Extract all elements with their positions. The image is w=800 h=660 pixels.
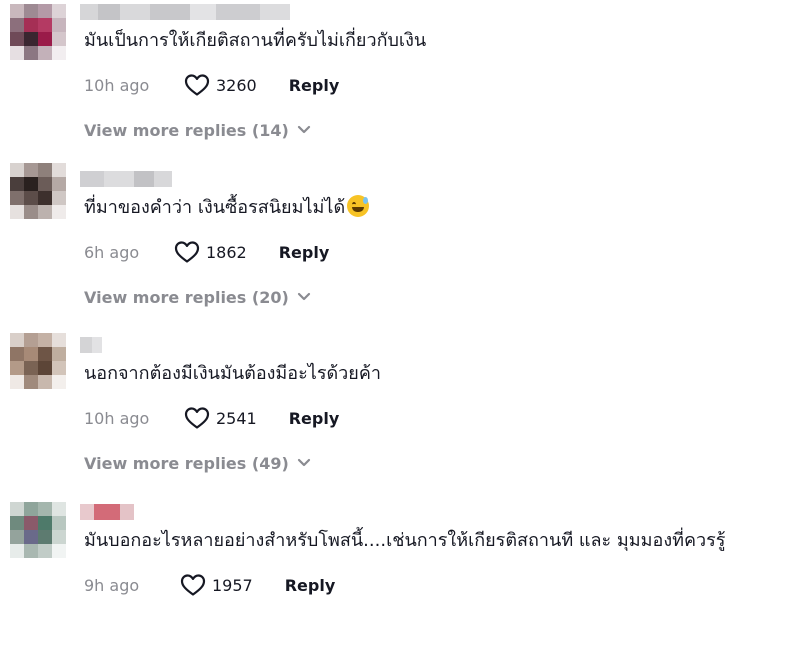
heart-outline-icon[interactable] [180,573,206,597]
chevron-down-icon [297,125,310,134]
comment-text-value: ที่มาของคำว่า เงินซื้อรสนิยมไม่ได้ [84,197,346,218]
like-button[interactable]: 1957 [180,573,285,597]
timestamp: 10h ago [84,408,150,428]
comment-meta: 10h ago 2541 Reply [84,403,339,433]
like-button[interactable]: 3260 [184,73,289,97]
view-more-label: View more replies (14) [84,120,289,140]
view-more-replies[interactable]: View more replies (49) [84,451,311,475]
sweat-smile-emoji-icon [347,195,370,217]
comment-text: มันบอกอะไรหลายอย่างสำหรับโพสนี้....เช่นก… [84,530,726,551]
reply-button[interactable]: Reply [289,409,340,428]
reply-button[interactable]: Reply [289,76,340,95]
avatar[interactable] [10,4,66,60]
timestamp: 9h ago [84,575,140,595]
like-count: 1957 [212,575,253,595]
view-more-replies[interactable]: View more replies (14) [84,118,311,142]
comment-item: มันบอกอะไรหลายอย่างสำหรับโพสนี้....เช่นก… [0,500,800,660]
avatar[interactable] [10,333,66,389]
reply-button[interactable]: Reply [285,576,336,595]
view-more-label: View more replies (49) [84,453,289,473]
timestamp: 10h ago [84,75,150,95]
username[interactable] [80,4,290,20]
like-button[interactable]: 2541 [184,406,289,430]
like-count: 3260 [216,75,257,95]
chevron-down-icon [297,458,310,467]
comment-item: มันเป็นการให้เกียติสถานที่ครับไม่เกี่ยวก… [0,0,800,160]
like-count: 1862 [206,242,247,262]
comment-meta: 6h ago 1862 Reply [84,237,329,267]
username[interactable] [80,171,172,187]
comment-meta: 10h ago 3260 Reply [84,70,339,100]
comment-text: ที่มาของคำว่า เงินซื้อรสนิยมไม่ได้ [84,195,370,221]
view-more-label: View more replies (20) [84,287,289,307]
heart-outline-icon[interactable] [174,240,200,264]
avatar[interactable] [10,502,66,558]
username[interactable] [80,337,102,353]
like-count: 2541 [216,408,257,428]
view-more-replies[interactable]: View more replies (20) [84,285,311,309]
comment-meta: 9h ago 1957 Reply [84,570,335,600]
heart-outline-icon[interactable] [184,73,210,97]
username[interactable] [80,504,134,520]
avatar[interactable] [10,163,66,219]
timestamp: 6h ago [84,242,140,262]
like-button[interactable]: 1862 [174,240,279,264]
reply-button[interactable]: Reply [279,243,330,262]
comment-text: นอกจากต้องมีเงินมันต้องมีอะไรด้วยค้า [84,363,381,384]
comment-item: นอกจากต้องมีเงินมันต้องมีอะไรด้วยค้า 10h… [0,333,800,493]
chevron-down-icon [297,292,310,301]
heart-outline-icon[interactable] [184,406,210,430]
comment-text: มันเป็นการให้เกียติสถานที่ครับไม่เกี่ยวก… [84,30,427,51]
comment-item: ที่มาของคำว่า เงินซื้อรสนิยมไม่ได้ 6h ag… [0,163,800,327]
